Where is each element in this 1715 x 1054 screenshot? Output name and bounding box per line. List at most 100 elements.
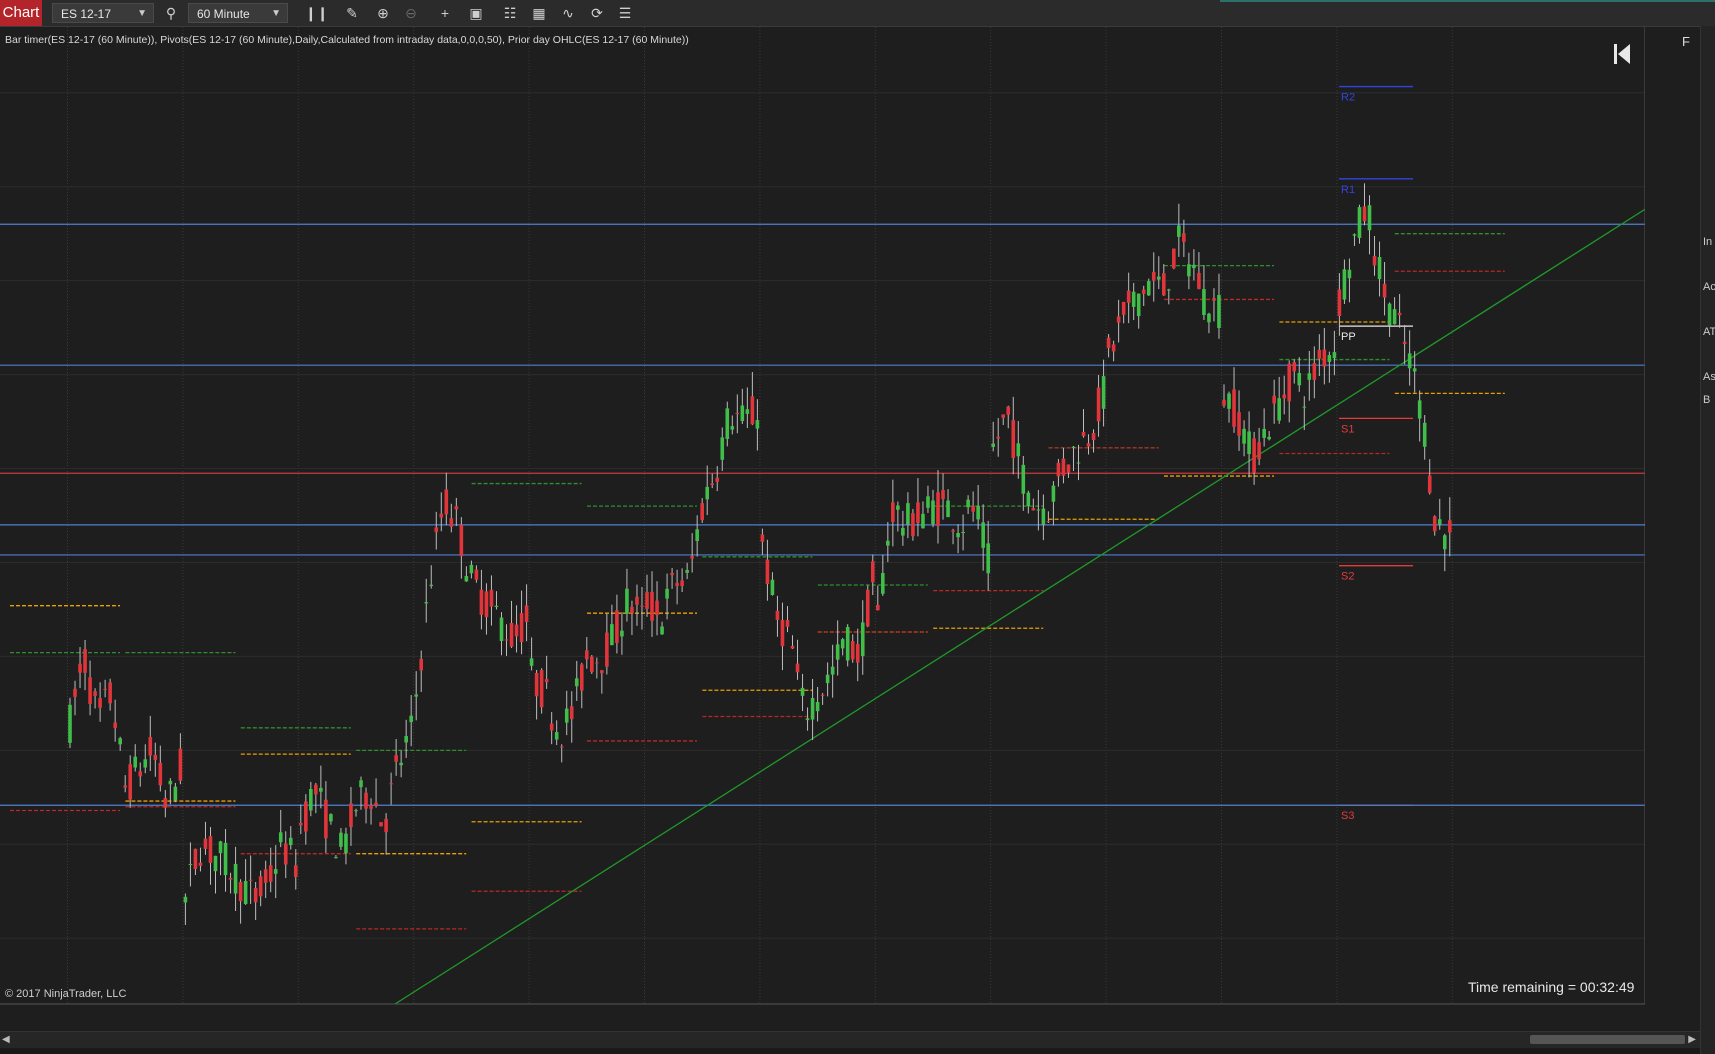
- candle-body: [314, 784, 318, 795]
- candle-body: [1051, 485, 1056, 502]
- chevron-down-icon: ▼: [137, 8, 147, 19]
- candle-body: [1312, 363, 1317, 380]
- columns-icon[interactable]: ☷: [499, 3, 521, 23]
- horizontal-scrollbar[interactable]: ◀ ▶: [0, 1031, 1700, 1048]
- candle-body: [986, 543, 990, 574]
- candle-body: [635, 596, 639, 605]
- search-icon[interactable]: ⚲: [160, 3, 182, 23]
- candle-body: [735, 412, 740, 415]
- candle-body: [1111, 344, 1116, 352]
- list-icon[interactable]: ☰: [614, 3, 636, 23]
- candle-body: [1412, 368, 1417, 372]
- candle-body: [208, 836, 213, 863]
- candle-body: [238, 881, 243, 902]
- candle-body: [650, 591, 654, 621]
- pivot-label: S3: [1341, 810, 1354, 822]
- candle-body: [700, 503, 704, 521]
- chart-tab[interactable]: Chart: [0, 0, 42, 26]
- chevron-down-icon: ▼: [271, 8, 281, 19]
- candle-body: [344, 833, 348, 854]
- bar-type-icon[interactable]: ❙❙: [305, 3, 328, 23]
- candle-body: [665, 588, 669, 599]
- interval-value: 60 Minute: [197, 7, 250, 21]
- instrument-selector[interactable]: ES 12-17 ▼: [52, 3, 154, 23]
- strategies-icon[interactable]: ∿: [557, 3, 579, 23]
- candle-body: [951, 530, 955, 532]
- price-chart[interactable]: R2R1PPS1S2S3 2555,002560,002565,002570,0…: [0, 27, 1645, 1007]
- top-accent-line: [1220, 0, 1715, 2]
- time-axis: 25. Okt26. Okt27. Okt30. Okt31. Okt1. No…: [0, 1003, 1645, 1005]
- candle-body: [1011, 420, 1016, 458]
- candle-body: [163, 798, 168, 808]
- jump-to-end-icon[interactable]: [1612, 42, 1632, 66]
- reload-icon[interactable]: ⟳: [586, 3, 608, 23]
- chart-area[interactable]: R2R1PPS1S2S3 2555,002560,002565,002570,0…: [0, 27, 1645, 1007]
- candle-body: [595, 662, 599, 664]
- candle-body: [283, 843, 288, 865]
- candle-body: [1437, 519, 1442, 525]
- candle-body: [765, 559, 770, 585]
- candle-body: [876, 604, 880, 611]
- candle-body: [1387, 303, 1392, 326]
- pencil-icon[interactable]: ✎: [341, 3, 363, 23]
- candle-body: [1372, 255, 1377, 266]
- candle-body: [1287, 363, 1292, 402]
- candle-body: [193, 848, 198, 869]
- candle-body: [655, 600, 659, 616]
- scroll-right-icon[interactable]: ▶: [1688, 1034, 1696, 1045]
- candle-body: [855, 643, 860, 663]
- interval-selector[interactable]: 60 Minute ▼: [188, 3, 288, 23]
- candle-body: [615, 610, 619, 643]
- candle-body: [1106, 337, 1111, 348]
- scroll-thumb[interactable]: [1530, 1035, 1685, 1044]
- candle-body: [685, 570, 689, 573]
- candle-body: [233, 863, 238, 894]
- candle-body: [620, 630, 624, 637]
- candle-body: [1302, 406, 1307, 408]
- candle-body: [1172, 248, 1176, 269]
- candle-body: [83, 649, 87, 673]
- candle-body: [1156, 276, 1161, 280]
- zoom-out-icon[interactable]: ⊖: [400, 3, 422, 23]
- properties-icon[interactable]: ▦: [528, 3, 550, 23]
- f-button[interactable]: F: [1678, 34, 1694, 52]
- candle-body: [138, 771, 143, 777]
- candle-body: [1161, 273, 1166, 296]
- data-box-icon[interactable]: ▣: [465, 3, 487, 23]
- candle-body: [299, 822, 303, 826]
- candle-body: [785, 619, 790, 627]
- scroll-left-icon[interactable]: ◀: [2, 1034, 10, 1045]
- candle-body: [569, 706, 574, 720]
- candle-body: [1036, 509, 1041, 511]
- zoom-in-icon[interactable]: ⊕: [372, 3, 394, 23]
- candle-body: [379, 822, 383, 827]
- candle-body: [1427, 475, 1432, 493]
- candle-body: [835, 644, 840, 660]
- candle-body: [253, 888, 258, 903]
- right-side-panel: In Ac AT As B: [1700, 26, 1715, 1054]
- candle-body: [1207, 313, 1211, 323]
- candle-body: [1091, 433, 1096, 441]
- candle-body: [534, 672, 539, 697]
- candle-body: [715, 477, 720, 482]
- candle-body: [118, 738, 122, 745]
- chart-toolbar: Chart ES 12-17 ▼ ⚲ 60 Minute ▼ ❙❙ ✎ ⊕ ⊖ …: [0, 0, 1715, 27]
- candle-body: [1262, 428, 1266, 438]
- candle-body: [911, 513, 915, 537]
- candle-body: [770, 579, 775, 595]
- bottom-strip: [0, 1048, 1700, 1054]
- candle-body: [68, 704, 72, 743]
- candle-body: [640, 605, 644, 607]
- candle-body: [464, 575, 469, 582]
- candle-body: [670, 572, 674, 576]
- candle-body: [329, 814, 333, 822]
- candle-body: [454, 506, 459, 510]
- grid: [0, 27, 1645, 1004]
- candle-body: [404, 736, 408, 743]
- candle-body: [981, 522, 985, 548]
- candle-body: [1272, 395, 1276, 404]
- candle-body: [795, 663, 800, 673]
- candle-body: [1086, 443, 1091, 447]
- candle-body: [1322, 349, 1327, 367]
- crosshair-icon[interactable]: +: [434, 3, 456, 23]
